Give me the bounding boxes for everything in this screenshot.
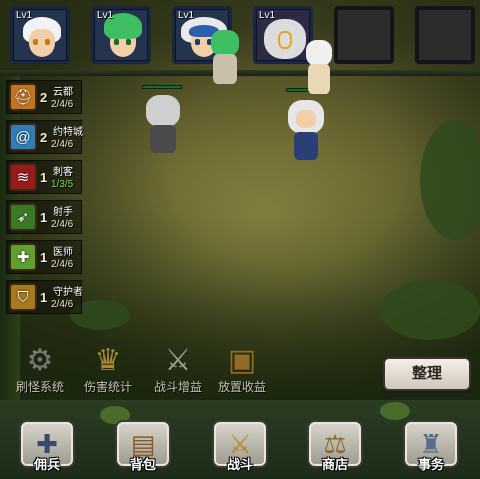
bush (380, 280, 480, 340)
nav-mercenary[interactable]: ✚ 佣兵 (8, 420, 86, 476)
hero-level: Lv1 (97, 10, 114, 21)
faction-count: 1 (40, 250, 48, 265)
hero-slot-2[interactable]: Lv1 (91, 6, 151, 64)
hero-unit[interactable] (282, 88, 332, 168)
faction-name: 约特城 (53, 127, 83, 138)
hero-level: Lv1 (178, 10, 195, 21)
monster-spawn-label: 刷怪系统 (15, 380, 64, 394)
shield-icon: ⛉ (9, 283, 37, 311)
nav-affairs[interactable]: ♜ 事务 (392, 420, 470, 476)
claw-icon: ≋ (9, 163, 37, 191)
monster-spawn-button[interactable]: ⚙ 刷怪系统 (4, 340, 76, 396)
faction-progress: 2/4/6 (51, 259, 74, 270)
nav-label: 商店 (321, 457, 348, 472)
nav-backpack[interactable]: ▤ 背包 (104, 420, 182, 476)
faction-item[interactable]: @ 2 约特城 2/4/6 (6, 120, 83, 154)
faction-progress: 2/4/6 (51, 299, 74, 310)
sort-button[interactable]: 整理 (383, 357, 471, 391)
faction-item[interactable]: ⛉ 1 守护者 2/4/6 (6, 280, 83, 314)
trophy-icon: ♛ (94, 344, 122, 377)
faction-item[interactable]: ⛑ 2 云都 2/4/6 (6, 80, 82, 114)
hero-slot-1[interactable]: Lv1 (10, 6, 70, 64)
faction-count: 1 (40, 170, 48, 185)
hero-unit[interactable] (205, 30, 245, 90)
faction-count: 2 (40, 130, 48, 145)
faction-list: ⛑ 2 云都 2/4/6 @ 2 约特城 2/4/6 ≋ 1 刺客 1/3/5 … (6, 80, 83, 320)
faction-name: 守护者 (53, 287, 83, 298)
nav-battle[interactable]: ⚔ 战斗 (201, 420, 279, 476)
nav-label: 背包 (129, 457, 156, 472)
hero-unit[interactable] (300, 30, 336, 100)
nav-shop[interactable]: ⚖ 商店 (296, 420, 374, 476)
faction-progress: 2/4/6 (51, 99, 74, 110)
bush (420, 120, 480, 240)
nav-label: 战斗 (226, 457, 253, 472)
sword-icon: ⚔ (164, 344, 192, 377)
enemy-unit-knight[interactable] (140, 85, 190, 165)
chest-icon: ▣ (227, 344, 257, 377)
idle-income-button[interactable]: ▣ 放置收益 (206, 340, 278, 396)
faction-name: 医师 (53, 247, 73, 258)
faction-name: 射手 (53, 207, 73, 218)
damage-stats-label: 伤害统计 (83, 380, 132, 394)
faction-item[interactable]: ≋ 1 刺客 1/3/5 (6, 160, 82, 194)
battle-buff-button[interactable]: ⚔ 战斗增益 (142, 340, 214, 396)
arrow-icon: ➶ (9, 203, 37, 231)
helmet-icon: ⛑ (9, 83, 37, 111)
faction-item[interactable]: ✚ 1 医师 2/4/6 (6, 240, 82, 274)
faction-count: 1 (40, 290, 48, 305)
swirl-icon: @ (9, 123, 37, 151)
faction-progress: 2/4/6 (51, 139, 74, 150)
nav-label: 事务 (417, 457, 444, 472)
nav-label: 佣兵 (33, 457, 60, 472)
faction-progress: 1/3/5 (51, 179, 74, 190)
hero-level: Lv1 (16, 10, 33, 21)
faction-progress: 2/4/6 (51, 219, 74, 230)
hero-level: Lv1 (259, 10, 276, 21)
hero-slot-empty[interactable] (415, 6, 475, 64)
faction-count: 2 (40, 90, 48, 105)
faction-name: 刺客 (53, 167, 73, 178)
damage-stats-button[interactable]: ♛ 伤害统计 (72, 340, 144, 396)
idle-income-label: 放置收益 (217, 380, 266, 394)
battle-buff-label: 战斗增益 (153, 380, 202, 394)
faction-item[interactable]: ➶ 1 射手 2/4/6 (6, 200, 82, 234)
faction-count: 1 (40, 210, 48, 225)
gear-icon: ⚙ (26, 344, 54, 377)
enemy-hp-bar (142, 85, 182, 89)
faction-name: 云都 (53, 87, 73, 98)
hero-slot-empty[interactable] (334, 6, 394, 64)
heal-icon: ✚ (9, 243, 37, 271)
